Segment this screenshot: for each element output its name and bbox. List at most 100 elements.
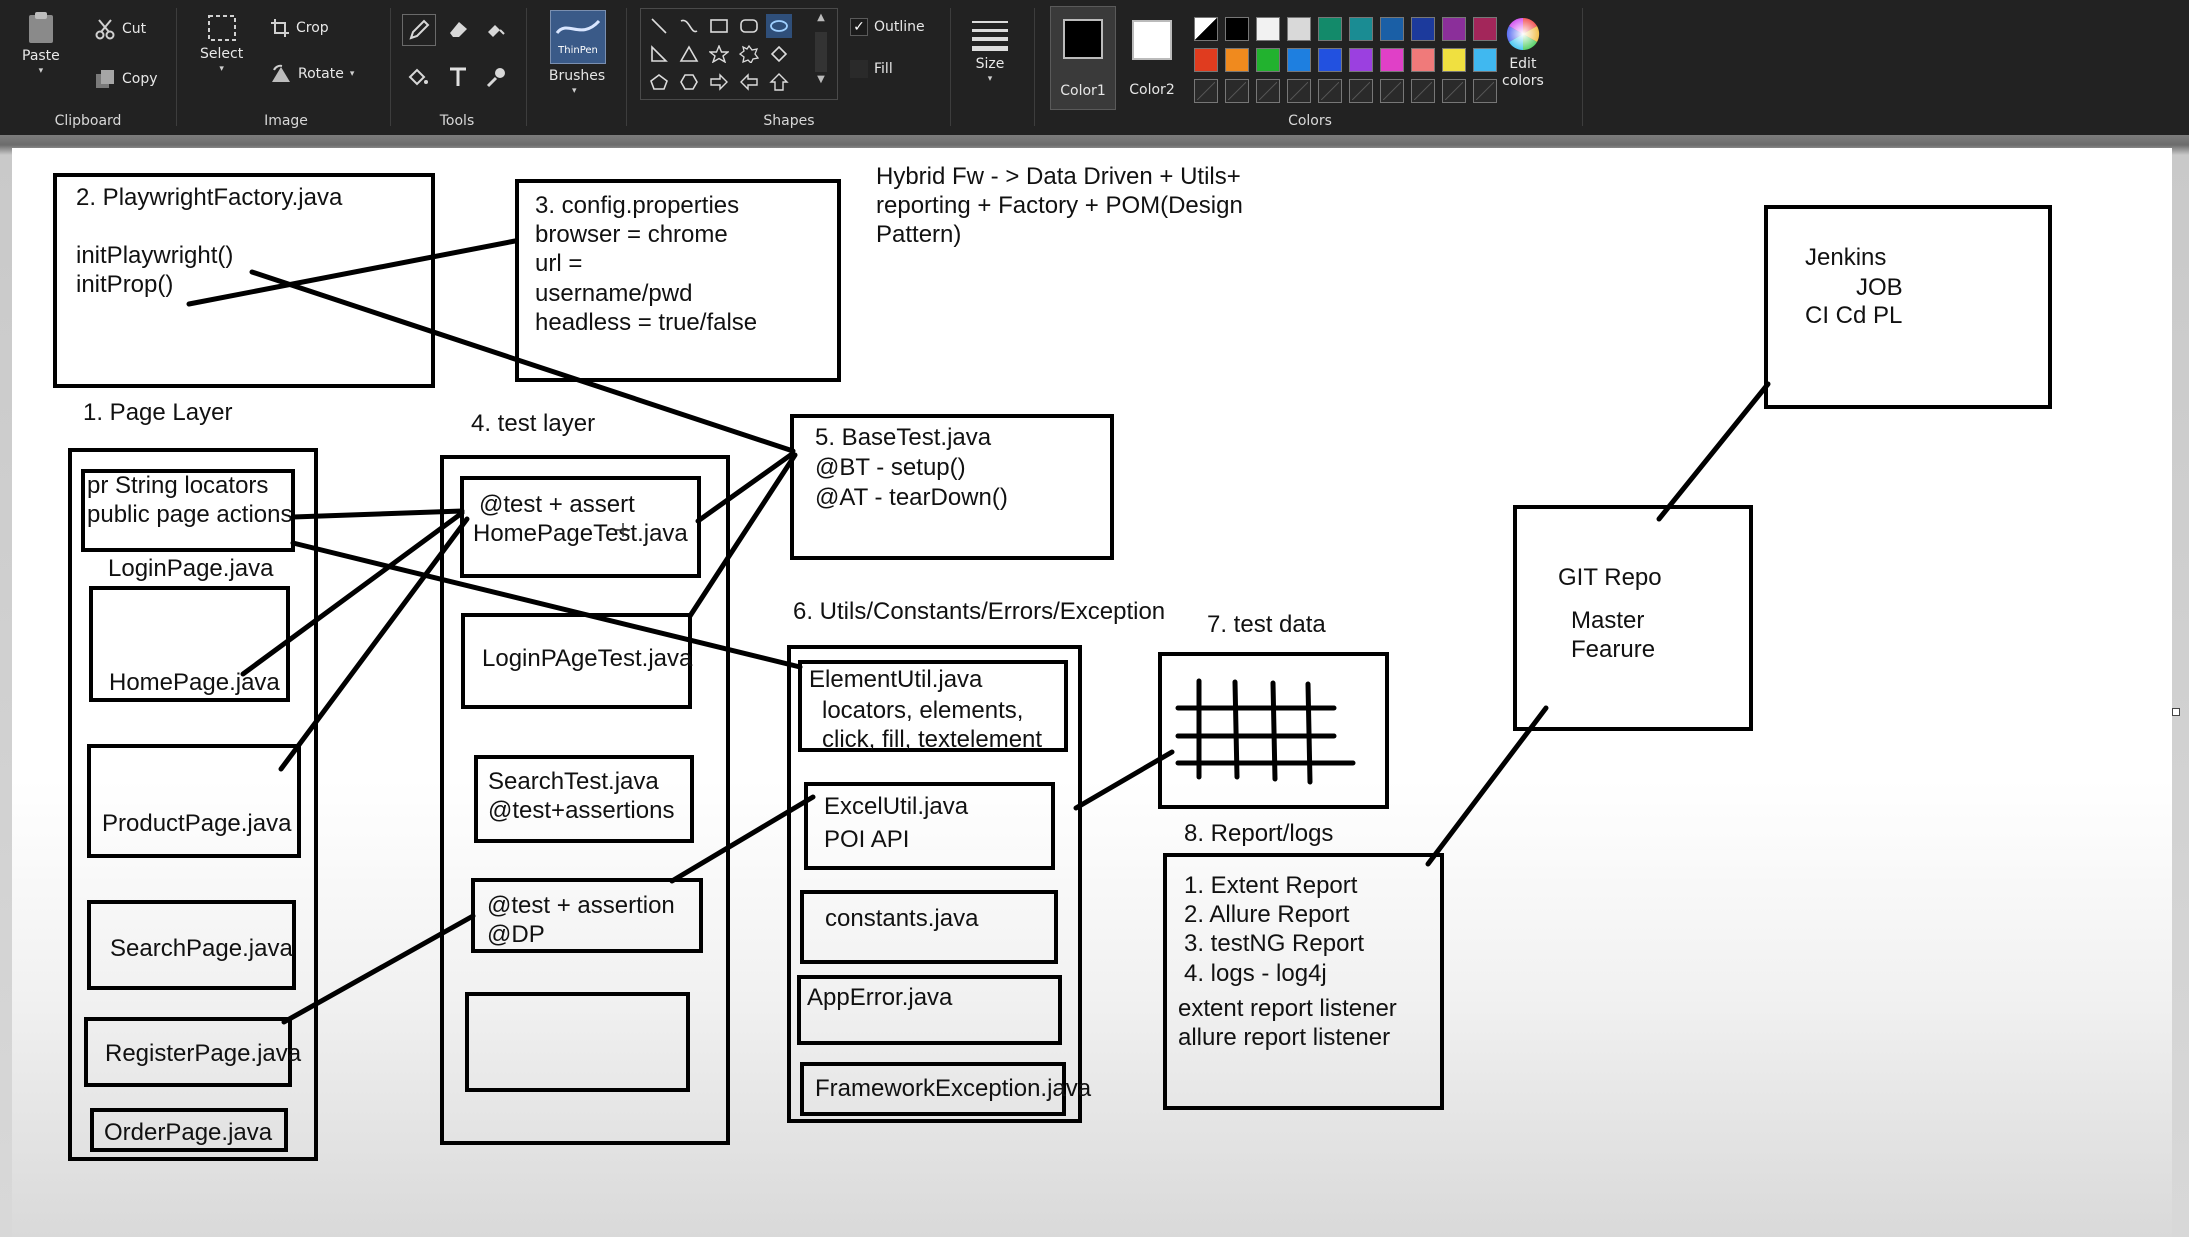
- fill-bucket-icon[interactable]: [402, 62, 434, 92]
- color-picker-icon[interactable]: [480, 14, 512, 44]
- custom-color-slot[interactable]: [1225, 79, 1249, 103]
- base-test-line-2: @BT - setup(): [815, 454, 966, 481]
- custom-color-slot[interactable]: [1318, 79, 1342, 103]
- pencil-icon[interactable]: [402, 14, 436, 46]
- order-page-label: OrderPage.java: [104, 1119, 273, 1146]
- custom-color-slot[interactable]: [1442, 79, 1466, 103]
- palette-color-swatch[interactable]: [1194, 48, 1218, 72]
- register-page-label: RegisterPage.java: [105, 1040, 302, 1067]
- hexagon-shape-icon[interactable]: [676, 70, 702, 94]
- select-button[interactable]: Select ▾: [200, 14, 244, 74]
- right-triangle-shape-icon[interactable]: [646, 42, 672, 66]
- palette-color-swatch[interactable]: [1473, 17, 1497, 41]
- up-arrow-shape-icon[interactable]: [766, 70, 792, 94]
- pentagon-shape-icon[interactable]: [646, 70, 672, 94]
- color2-button[interactable]: Color2: [1120, 6, 1184, 108]
- color2-label: Color2: [1129, 82, 1175, 98]
- scroll-up-icon[interactable]: ▲: [812, 12, 830, 30]
- eraser-icon[interactable]: [442, 14, 474, 44]
- curve-shape-icon[interactable]: [676, 14, 702, 38]
- title-line-3: Pattern): [876, 221, 961, 248]
- rounded-rectangle-shape-icon[interactable]: [736, 14, 762, 38]
- connector-productpage-hometest: [278, 516, 470, 772]
- search-test-line-2: @test+assertions: [488, 797, 674, 824]
- line-shape-icon[interactable]: [646, 14, 672, 38]
- palette-color-swatch[interactable]: [1442, 48, 1466, 72]
- config-line-1: 3. config.properties: [535, 192, 739, 219]
- chevron-down-icon: ▾: [349, 69, 355, 79]
- palette-color-swatch[interactable]: [1380, 17, 1404, 41]
- report-logs-label: 8. Report/logs: [1184, 820, 1333, 847]
- palette-color-swatch[interactable]: [1411, 48, 1435, 72]
- star-burst-shape-icon[interactable]: [736, 42, 762, 66]
- empty-test-box: [465, 992, 690, 1092]
- palette-color-swatch[interactable]: [1318, 48, 1342, 72]
- shapes-group: ▲ ▼ ✓ Outline Fill Shapes: [634, 0, 944, 135]
- custom-color-slot[interactable]: [1349, 79, 1373, 103]
- fill-toggle[interactable]: Fill: [850, 60, 893, 78]
- paste-button[interactable]: Paste ▾: [22, 10, 60, 76]
- cut-button[interactable]: Cut: [94, 18, 146, 40]
- custom-color-slot[interactable]: [1194, 79, 1218, 103]
- scissors-icon: [94, 18, 116, 40]
- custom-color-slot[interactable]: [1287, 79, 1311, 103]
- palette-color-swatch[interactable]: [1287, 48, 1311, 72]
- scroll-down-icon[interactable]: ▼: [812, 74, 830, 92]
- rotate-icon: [270, 64, 292, 84]
- copy-button[interactable]: Copy: [94, 68, 158, 90]
- paste-label: Paste: [22, 48, 60, 64]
- edit-colors-button[interactable]: Edit colors: [1502, 16, 1544, 90]
- text-icon[interactable]: [442, 62, 474, 92]
- custom-color-slot[interactable]: [1380, 79, 1404, 103]
- crop-button[interactable]: Crop: [270, 18, 329, 38]
- colors-group: Color1 Color2 Edit colors Colors: [1040, 0, 1580, 135]
- palette-color-swatch[interactable]: [1256, 17, 1280, 41]
- palette-color-swatch[interactable]: [1225, 48, 1249, 72]
- select-label: Select: [200, 46, 244, 62]
- palette-color-swatch[interactable]: [1411, 17, 1435, 41]
- magnifier-icon[interactable]: [480, 62, 512, 92]
- separator: [1034, 8, 1035, 126]
- diamond-shape-icon[interactable]: [766, 42, 792, 66]
- triangle-shape-icon[interactable]: [676, 42, 702, 66]
- rectangle-shape-icon[interactable]: [706, 14, 732, 38]
- left-arrow-shape-icon[interactable]: [736, 70, 762, 94]
- separator: [626, 8, 627, 126]
- size-button[interactable]: Size ▾: [970, 18, 1010, 84]
- palette-color-swatch[interactable]: [1442, 17, 1466, 41]
- oval-shape-icon[interactable]: [766, 14, 792, 38]
- palette-color-swatch[interactable]: [1473, 48, 1497, 72]
- report-line-1: 1. Extent Report: [1184, 872, 1358, 899]
- palette-color-swatch[interactable]: [1349, 17, 1373, 41]
- drawing-canvas[interactable]: Hybrid Fw - > Data Driven + Utils+ repor…: [12, 148, 2172, 1237]
- right-arrow-shape-icon[interactable]: [706, 70, 732, 94]
- brushes-button[interactable]: ThinPen: [550, 10, 606, 64]
- canvas-resize-handle[interactable]: [2172, 708, 2180, 716]
- colors-group-label: Colors: [1288, 113, 1332, 129]
- palette-color-swatch[interactable]: [1287, 17, 1311, 41]
- custom-color-slot[interactable]: [1411, 79, 1435, 103]
- connector-git-jenkins: [1656, 381, 1771, 522]
- custom-color-slot[interactable]: [1256, 79, 1280, 103]
- palette-color-swatch[interactable]: [1318, 17, 1342, 41]
- palette-color-swatch[interactable]: [1194, 17, 1218, 41]
- palette-color-swatch[interactable]: [1225, 17, 1249, 41]
- element-util-line-2: locators, elements,: [822, 697, 1023, 724]
- palette-color-swatch[interactable]: [1256, 48, 1280, 72]
- palette-color-swatch[interactable]: [1349, 48, 1373, 72]
- shapes-scrollbar[interactable]: ▲ ▼: [812, 12, 830, 94]
- outline-toggle[interactable]: ✓ Outline: [850, 18, 925, 36]
- palette-color-swatch[interactable]: [1380, 48, 1404, 72]
- rotate-button[interactable]: Rotate ▾: [270, 64, 354, 84]
- color1-label: Color1: [1060, 83, 1106, 99]
- color1-button[interactable]: Color1: [1050, 6, 1116, 110]
- tools-group: Tools: [396, 0, 518, 135]
- custom-color-slot[interactable]: [1473, 79, 1497, 103]
- star-shape-icon[interactable]: [706, 42, 732, 66]
- connector-lines: [186, 238, 1771, 1025]
- connector-report-git: [1425, 705, 1549, 867]
- color2-swatch: [1132, 20, 1172, 60]
- page-base-text: pr String locators public page actions: [87, 472, 292, 528]
- copy-label: Copy: [122, 71, 158, 87]
- outline-label: Outline: [874, 19, 925, 35]
